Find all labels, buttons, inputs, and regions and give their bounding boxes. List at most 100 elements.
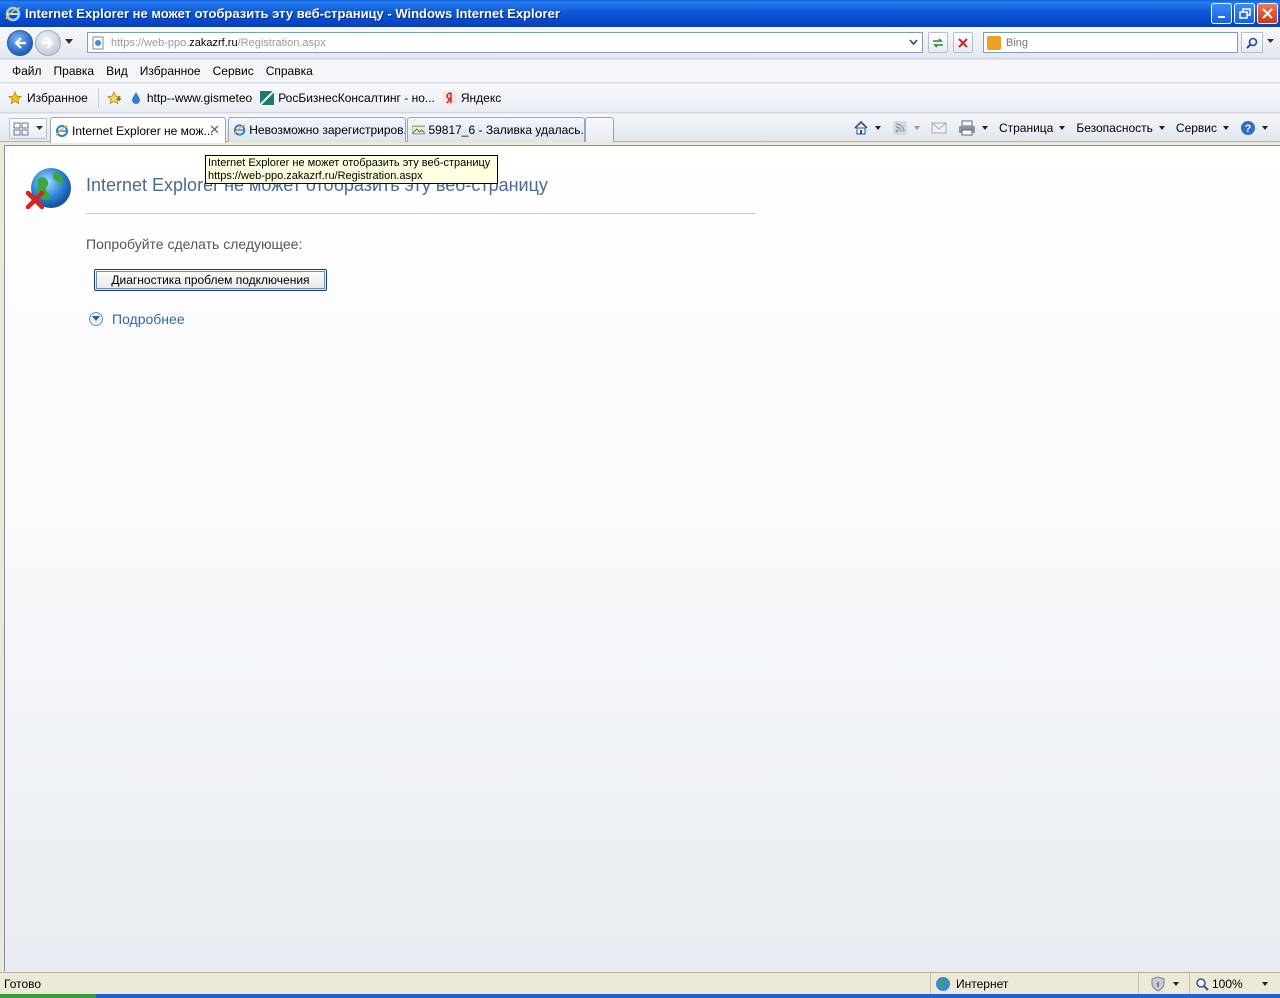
restore-button[interactable] xyxy=(1234,3,1255,24)
address-dropdown-button[interactable] xyxy=(906,34,921,51)
zoom-button[interactable]: 100% xyxy=(1189,973,1269,995)
menu-view[interactable]: Вид xyxy=(100,64,134,78)
chevron-down-icon xyxy=(909,39,918,46)
favorite-label: РосБизнесКонсалтинг - но... xyxy=(278,91,435,105)
tools-menu-label: Сервис xyxy=(1175,121,1217,135)
photo-icon xyxy=(412,125,426,135)
error-globe-icon xyxy=(25,168,71,210)
back-button[interactable] xyxy=(7,30,33,56)
history-dropdown-icon[interactable] xyxy=(64,38,74,46)
search-options-icon[interactable] xyxy=(1266,38,1275,45)
close-icon xyxy=(1262,8,1273,19)
security-zone[interactable]: Интернет xyxy=(930,973,1138,995)
tab-registration[interactable]: Невозможно зарегистриров... xyxy=(228,117,406,142)
restore-icon xyxy=(1238,7,1251,19)
expand-icon xyxy=(89,312,103,326)
globe-icon xyxy=(936,977,950,991)
tab-label: Невозможно зарегистриров... xyxy=(249,123,405,137)
safety-menu-button[interactable]: Безопасность xyxy=(1072,121,1169,135)
diagnose-connection-button[interactable]: Диагностика проблем подключения xyxy=(94,269,327,291)
rss-icon xyxy=(892,121,907,135)
more-info-label: Подробнее xyxy=(112,311,185,327)
more-info-link[interactable]: Подробнее xyxy=(89,311,185,327)
zoom-dropdown-icon[interactable] xyxy=(1261,982,1268,986)
tooltip-title: Internet Explorer не может отобразить эт… xyxy=(208,157,491,169)
help-icon: ? xyxy=(1241,121,1255,135)
minimize-button[interactable] xyxy=(1211,3,1232,24)
feeds-button[interactable] xyxy=(888,120,924,136)
tab-list-dropdown-icon xyxy=(36,126,43,130)
rbc-icon xyxy=(260,91,275,105)
help-button[interactable]: ? xyxy=(1236,120,1272,136)
print-dropdown-icon[interactable] xyxy=(981,126,988,130)
add-favorite-icon[interactable] xyxy=(106,91,121,105)
quick-tabs-button[interactable] xyxy=(9,118,47,139)
favorite-link-yandex[interactable]: Яндекс xyxy=(442,91,502,105)
search-input[interactable] xyxy=(1006,36,1226,49)
protected-mode-button[interactable] xyxy=(1138,973,1188,995)
address-field[interactable]: https://web-ppo.zakazrf.ru/Registration.… xyxy=(87,32,923,53)
tab-close-icon[interactable]: ✕ xyxy=(209,122,220,138)
menu-file[interactable]: Файл xyxy=(6,64,48,78)
refresh-icon xyxy=(933,37,943,48)
menu-tools[interactable]: Сервис xyxy=(207,64,260,78)
menu-edit[interactable]: Правка xyxy=(48,64,101,78)
read-mail-button[interactable] xyxy=(927,121,951,135)
protected-dropdown-icon[interactable] xyxy=(1172,982,1179,986)
bing-icon xyxy=(987,35,1001,50)
favorite-label: Яндекс xyxy=(460,91,502,105)
printer-icon xyxy=(958,120,975,136)
svg-text:?: ? xyxy=(1245,123,1252,135)
status-text: Готово xyxy=(4,976,42,991)
stop-button[interactable] xyxy=(953,32,973,53)
new-tab-button[interactable] xyxy=(585,117,614,142)
tabs-bar: Internet Explorer не мож... ✕ Невозможно… xyxy=(0,114,1280,143)
favorite-link-rbc[interactable]: РосБизнесКонсалтинг - но... xyxy=(260,91,435,105)
zoom-level: 100% xyxy=(1212,977,1243,991)
chevron-down-icon xyxy=(92,316,100,321)
droplet-icon xyxy=(131,92,140,104)
tools-menu-button[interactable]: Сервис xyxy=(1172,121,1233,135)
tab-upload[interactable]: 59817_6 - Заливка удалась... xyxy=(407,117,585,142)
close-button[interactable] xyxy=(1257,3,1278,24)
command-bar: Страница Безопасность Сервис ? xyxy=(849,117,1272,139)
forward-arrow-icon xyxy=(42,37,54,49)
tab-label: Internet Explorer не мож... xyxy=(72,123,214,138)
title-bar[interactable]: Internet Explorer не может отобразить эт… xyxy=(0,0,1280,27)
stop-icon xyxy=(958,37,968,48)
tab-tooltip: Internet Explorer не может отобразить эт… xyxy=(205,155,498,184)
menu-favorites[interactable]: Избранное xyxy=(134,64,207,78)
yandex-icon xyxy=(442,91,457,105)
star-icon xyxy=(8,91,22,105)
zoom-icon xyxy=(1196,978,1209,991)
menu-help[interactable]: Справка xyxy=(260,64,319,78)
page-icon xyxy=(92,36,104,49)
favorite-label: http--www.gismeteo xyxy=(146,91,253,105)
feeds-dropdown-icon[interactable] xyxy=(913,126,920,130)
ie-icon xyxy=(55,124,69,137)
minimize-icon xyxy=(1217,15,1225,18)
quick-tabs-icon xyxy=(13,122,29,135)
home-icon xyxy=(854,120,868,135)
page-content: Internet Explorer не может отобразить эт… xyxy=(4,145,1280,971)
suggestions-heading: Попробуйте сделать следующее: xyxy=(86,236,303,252)
status-bar: Готово Интернет 100% xyxy=(0,972,1280,995)
search-button[interactable] xyxy=(1241,32,1263,53)
page-menu-button[interactable]: Страница xyxy=(995,121,1069,135)
favorites-button[interactable]: Избранное xyxy=(8,88,99,108)
favorite-link-gismeteo[interactable]: http--www.gismeteo xyxy=(129,91,252,105)
home-dropdown-icon[interactable] xyxy=(874,126,881,130)
address-url: https://web-ppo.zakazrf.ru/Registration.… xyxy=(111,36,326,49)
search-field[interactable] xyxy=(983,32,1238,53)
ie-icon xyxy=(5,6,21,21)
mail-icon xyxy=(931,122,947,134)
protected-mode-icon xyxy=(1151,976,1164,992)
zone-label: Интернет xyxy=(956,977,1009,991)
home-button[interactable] xyxy=(849,120,885,136)
page-menu-label: Страница xyxy=(998,121,1054,135)
tab-error-page[interactable]: Internet Explorer не мож... ✕ xyxy=(50,117,226,143)
forward-button[interactable] xyxy=(35,30,61,56)
print-button[interactable] xyxy=(954,120,992,136)
help-dropdown-icon[interactable] xyxy=(1262,126,1268,130)
refresh-button[interactable] xyxy=(928,32,948,53)
